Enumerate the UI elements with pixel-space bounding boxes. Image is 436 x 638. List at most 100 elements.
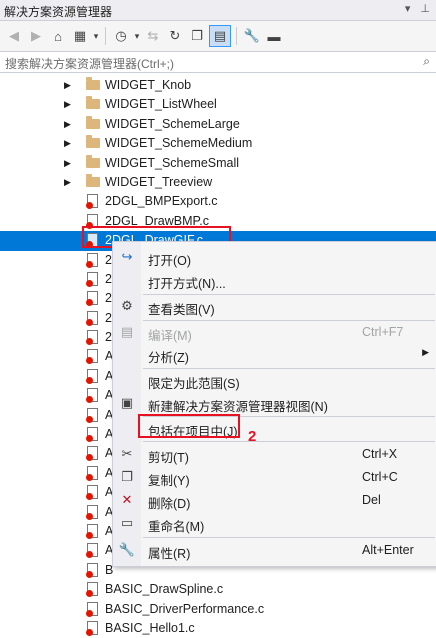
folder-icon	[86, 115, 100, 129]
switch-view-dropdown-icon[interactable]: ▾	[92, 26, 100, 46]
excluded-file-icon	[86, 601, 98, 617]
tree-item-label: WIDGET_Knob	[105, 78, 192, 92]
menu-item-label: 打开(O)	[148, 254, 192, 268]
tree-file[interactable]: BASIC_Hello1.c	[0, 619, 436, 638]
menu-separator	[143, 441, 435, 442]
tree-folder[interactable]: ▶ WIDGET_SchemeLarge	[0, 115, 436, 134]
expand-arrow-icon[interactable]: ▶	[64, 76, 71, 95]
panel-title: 解决方案资源管理器	[4, 5, 113, 19]
tree-file[interactable]: 2DGL_BMPExport.c	[0, 192, 436, 211]
menu-item-rename[interactable]: ▭ 重命名(M)	[113, 512, 436, 534]
tree-folder[interactable]: ▶ WIDGET_SchemeSmall	[0, 154, 436, 173]
tree-file[interactable]: BASIC_DriverPerformance.c	[0, 600, 436, 619]
menu-item-label: 复制(Y)	[148, 474, 190, 488]
menu-item-analyze[interactable]: 分析(Z) ▶	[113, 343, 436, 365]
menu-separator	[143, 537, 435, 538]
toolbar-separator	[105, 27, 106, 45]
expand-arrow-icon[interactable]: ▶	[64, 115, 71, 134]
toolbar: ◀ ▶ ⌂ ▦ ▾ ◷ ▾ ⇆ ↻ ❐ ▤ 🔧 ▬	[0, 21, 436, 51]
menu-item-open-with[interactable]: 打开方式(N)...	[113, 269, 436, 291]
menu-item-shortcut: Del	[362, 493, 381, 507]
menu-item-view-class-diagram[interactable]: ⚙ 查看类图(V)	[113, 295, 436, 317]
tree-item-label: 2	[105, 252, 112, 267]
excluded-file-icon	[86, 543, 98, 559]
delete-x-icon: ✕	[121, 492, 133, 507]
forward-icon[interactable]: ▶	[26, 26, 46, 46]
preview-icon[interactable]: ▬	[264, 26, 284, 46]
pin-icon[interactable]: ⊥	[420, 2, 430, 15]
excluded-file-icon	[86, 349, 98, 365]
excluded-file-icon	[86, 562, 98, 578]
menu-item-new-view[interactable]: ▣ 新建解决方案资源管理器视图(N)	[113, 392, 436, 414]
menu-item-delete[interactable]: ✕ 删除(D) Del	[113, 489, 436, 511]
expand-arrow-icon[interactable]: ▶	[64, 173, 71, 192]
menu-item-label: 查看类图(V)	[148, 303, 215, 317]
copy-icon: ❐	[121, 469, 133, 484]
collapse-all-icon[interactable]: ❐	[187, 26, 207, 46]
tree-item-label: WIDGET_Treeview	[105, 174, 213, 189]
show-all-files-icon[interactable]: ▤	[209, 25, 231, 47]
tree-folder[interactable]: ▶ WIDGET_SchemeMedium	[0, 134, 436, 153]
menu-item-label: 分析(Z)	[148, 351, 189, 365]
switch-view-icon[interactable]: ▦	[70, 26, 90, 46]
excluded-file-icon	[86, 427, 98, 443]
back-icon[interactable]: ◀	[4, 26, 24, 46]
tree-folder[interactable]: ▶ WIDGET_ListWheel	[0, 95, 436, 114]
excluded-file-icon	[86, 330, 98, 346]
excluded-file-icon	[86, 368, 98, 384]
class-diagram-icon: ⚙	[121, 298, 133, 313]
open-arrow-icon: ↪	[121, 249, 133, 264]
tree-item-label: WIDGET_SchemeMedium	[105, 136, 253, 151]
tree-folder[interactable]: ▶ WIDGET_Treeview	[0, 173, 436, 192]
excluded-file-icon	[86, 582, 98, 598]
tree-item-label: 2	[105, 330, 112, 345]
menu-item-label: 新建解决方案资源管理器视图(N)	[148, 400, 328, 414]
history-dropdown-icon[interactable]: ▾	[133, 26, 141, 46]
excluded-file-icon	[86, 252, 98, 268]
search-icon[interactable]: ⌕	[423, 54, 430, 69]
expand-arrow-icon[interactable]: ▶	[64, 134, 71, 153]
excluded-file-icon	[86, 407, 98, 423]
menu-item-compile[interactable]: ▤ 编译(M) Ctrl+F7	[113, 321, 436, 343]
tree-item-label: WIDGET_ListWheel	[105, 97, 217, 112]
wrench-icon: 🔧	[118, 542, 136, 557]
menu-item-properties[interactable]: 🔧 属性(R) Alt+Enter	[113, 539, 436, 561]
folder-icon	[86, 154, 100, 168]
menu-item-label: 删除(D)	[148, 497, 191, 511]
dropdown-icon[interactable]: ▾	[405, 2, 411, 15]
menu-item-label: 重命名(M)	[148, 520, 205, 534]
history-icon[interactable]: ◷	[111, 26, 131, 46]
menu-item-shortcut: Ctrl+X	[362, 447, 398, 461]
menu-item-open[interactable]: ↪ 打开(O)	[113, 246, 436, 268]
excluded-file-icon	[86, 465, 98, 481]
menu-item-copy[interactable]: ❐ 复制(Y) Ctrl+C	[113, 466, 436, 488]
menu-item-shortcut: Ctrl+F7	[362, 325, 404, 339]
excluded-file-icon	[86, 291, 98, 307]
properties-wrench-icon[interactable]: 🔧	[242, 26, 262, 46]
home-icon[interactable]: ⌂	[48, 26, 68, 46]
menu-item-scope-to-this[interactable]: 限定为此范围(S)	[113, 369, 436, 391]
tree-item-label: 2	[105, 271, 112, 286]
tree-file[interactable]: BASIC_DrawSpline.c	[0, 580, 436, 599]
folder-icon	[86, 173, 100, 187]
excluded-file-icon	[86, 485, 98, 501]
compile-icon: ▤	[120, 324, 134, 339]
menu-item-label: 打开方式(N)...	[148, 277, 226, 291]
sync-icon[interactable]: ⇆	[143, 26, 163, 46]
tree-item-label: BASIC_DriverPerformance.c	[105, 601, 265, 616]
excluded-file-icon	[86, 620, 98, 636]
expand-arrow-icon[interactable]: ▶	[64, 154, 71, 173]
search-placeholder: 搜索解决方案资源管理器(Ctrl+;)	[5, 57, 174, 71]
tree-folder[interactable]: ▶ WIDGET_Knob	[0, 76, 436, 95]
new-view-icon: ▣	[120, 395, 134, 410]
search-input[interactable]: 搜索解决方案资源管理器(Ctrl+;) ⌕	[0, 51, 436, 73]
excluded-file-icon	[86, 523, 98, 539]
panel-titlebar: 解决方案资源管理器 ▾ ⊥	[0, 0, 436, 21]
excluded-file-icon	[86, 194, 98, 210]
scissors-icon: ✂	[121, 446, 133, 461]
folder-icon	[86, 135, 100, 149]
expand-arrow-icon[interactable]: ▶	[64, 95, 71, 114]
rename-icon: ▭	[120, 515, 134, 530]
refresh-icon[interactable]: ↻	[165, 26, 185, 46]
menu-item-cut[interactable]: ✂ 剪切(T) Ctrl+X	[113, 443, 436, 465]
